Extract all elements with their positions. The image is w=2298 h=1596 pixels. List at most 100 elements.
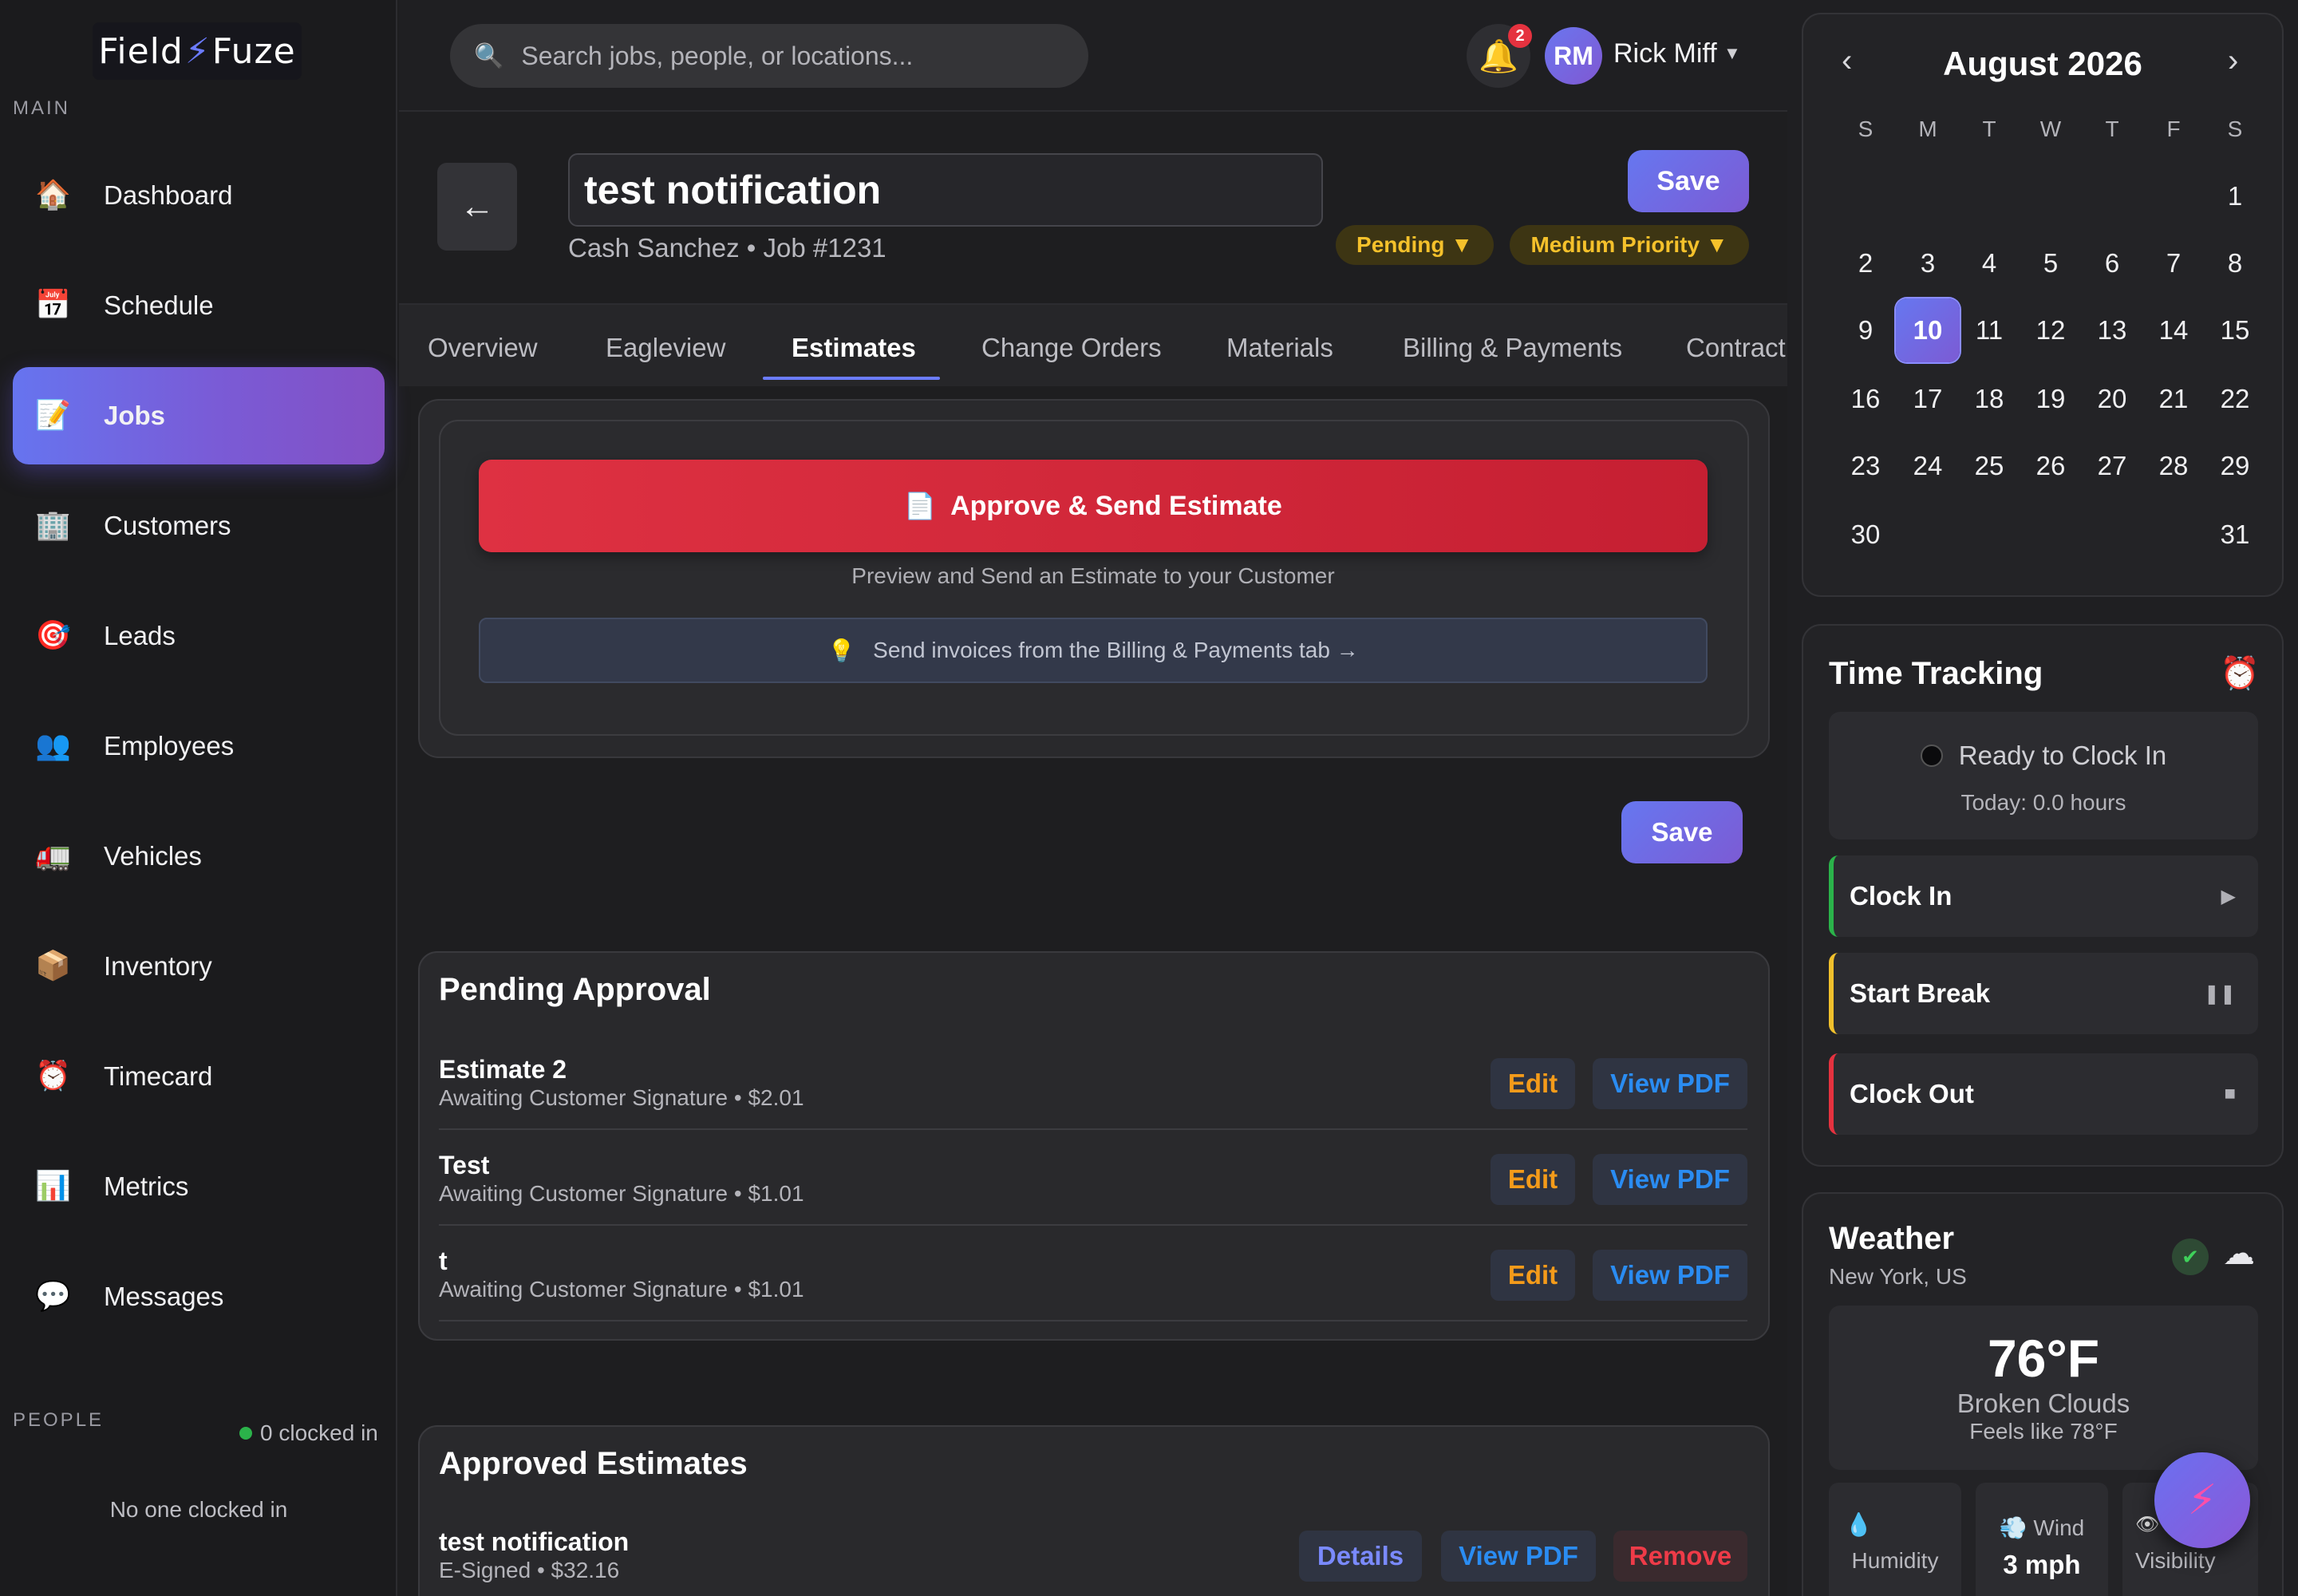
billing-tip-link[interactable]: 💡 Send invoices from the Billing & Payme… <box>479 618 1708 683</box>
calendar-day[interactable]: 7 <box>2142 231 2205 295</box>
calendar-weekday-label: S <box>2227 117 2243 141</box>
sidebar-item-label: Messages <box>104 1282 224 1311</box>
lightning-bolt-icon: ⚡ <box>2187 1477 2217 1523</box>
calendar-day[interactable]: 31 <box>2203 503 2267 567</box>
play-icon: ▶ <box>2221 885 2236 907</box>
search-bar[interactable]: 🔍 <box>450 24 1088 88</box>
sidebar-item-customers[interactable]: 🏢 Customers <box>13 477 385 575</box>
sidebar-item-metrics[interactable]: 📊 Metrics <box>13 1138 385 1235</box>
sidebar-item-dashboard[interactable]: 🏠 Dashboard <box>13 147 385 244</box>
sidebar-item-employees[interactable]: 👥 Employees <box>13 697 385 795</box>
wind-label: Wind <box>2033 1515 2085 1540</box>
notification-badge: 2 <box>1508 24 1532 48</box>
tab-contract[interactable]: Contract <box>1686 316 1787 380</box>
calendar-day[interactable]: 15 <box>2203 298 2267 362</box>
search-icon: 🔍 <box>474 42 504 69</box>
calendar-day[interactable]: 30 <box>1834 503 1897 567</box>
calendar-day[interactable]: 24 <box>1896 434 1960 498</box>
calendar-icon: 📅 <box>35 289 71 322</box>
calendar-day[interactable]: 19 <box>2019 367 2083 431</box>
calendar-day[interactable]: 20 <box>2080 367 2144 431</box>
status-dropdown[interactable]: Pending ▼ <box>1336 225 1494 265</box>
view-pdf-button[interactable]: View PDF <box>1593 1058 1747 1109</box>
calendar-day[interactable]: 16 <box>1834 367 1897 431</box>
view-pdf-button[interactable]: View PDF <box>1593 1250 1747 1301</box>
tab-materials[interactable]: Materials <box>1226 316 1333 380</box>
calendar-weekday-label: W <box>2039 117 2062 141</box>
save-button[interactable]: Save <box>1628 150 1749 212</box>
calendar-day[interactable]: 1 <box>2203 164 2267 228</box>
sidebar-item-vehicles[interactable]: 🚛 Vehicles <box>13 808 385 905</box>
calendar-day[interactable]: 25 <box>1957 434 2021 498</box>
sidebar-item-jobs[interactable]: 📝 Jobs <box>13 367 385 464</box>
quick-action-button[interactable]: ⚡ <box>2154 1452 2250 1548</box>
approve-send-estimate-button[interactable]: 📄 Approve & Send Estimate <box>479 460 1708 552</box>
cloud-icon: ☁ <box>2223 1236 2255 1271</box>
priority-dropdown[interactable]: Medium Priority ▼ <box>1510 225 1749 265</box>
tab-eagleview[interactable]: Eagleview <box>606 316 725 380</box>
fieldfuze-logo[interactable]: Field ⚡ Fuze <box>93 22 302 80</box>
start-break-button[interactable]: Start Break ❚❚ <box>1829 953 2258 1034</box>
calendar-day[interactable]: 3 <box>1896 231 1960 295</box>
tab-estimates[interactable]: Estimates <box>792 316 916 380</box>
sidebar-item-inventory[interactable]: 📦 Inventory <box>13 918 385 1015</box>
edit-estimate-button[interactable]: Edit <box>1491 1154 1575 1205</box>
avatar[interactable]: RM <box>1545 27 1602 85</box>
calendar-day[interactable]: 13 <box>2080 298 2144 362</box>
calendar-day[interactable]: 17 <box>1896 367 1960 431</box>
sidebar-item-leads[interactable]: 🎯 Leads <box>13 587 385 685</box>
tab-billing-payments[interactable]: Billing & Payments <box>1403 316 1622 380</box>
calendar-day[interactable]: 21 <box>2142 367 2205 431</box>
calendar-day[interactable]: 4 <box>1957 231 2021 295</box>
visibility-label: Visibility <box>2135 1548 2216 1573</box>
calendar-day[interactable]: 6 <box>2080 231 2144 295</box>
remove-button[interactable]: Remove <box>1613 1531 1747 1582</box>
calendar-day[interactable]: 23 <box>1834 434 1897 498</box>
eye-icon: 👁 <box>2135 1514 2160 1535</box>
humidity-stat: 💧 Humidity <box>1829 1483 1961 1596</box>
clock-in-button[interactable]: Clock In ▶ <box>1829 855 2258 937</box>
memo-icon: 📝 <box>35 399 71 432</box>
wind-stat: 💨 Wind 3 mph <box>1976 1483 2108 1596</box>
details-button[interactable]: Details <box>1299 1531 1422 1582</box>
calendar-weekday-label: T <box>2105 117 2119 141</box>
stop-icon: ■ <box>2224 1083 2237 1104</box>
calendar-day[interactable]: 18 <box>1957 367 2021 431</box>
tab-overview[interactable]: Overview <box>428 316 538 380</box>
tab-change-orders[interactable]: Change Orders <box>981 316 1162 380</box>
sidebar-item-messages[interactable]: 💬 Messages <box>13 1248 385 1345</box>
people-icon: 👥 <box>35 729 71 762</box>
water-drop-icon: 💧 <box>1845 1512 1873 1537</box>
approve-send-description: Preview and Send an Estimate to your Cus… <box>851 563 1335 588</box>
edit-estimate-button[interactable]: Edit <box>1491 1250 1575 1301</box>
online-status-dot <box>239 1427 252 1440</box>
estimate-status: E-Signed • $32.16 <box>439 1558 620 1582</box>
calendar-day[interactable]: 9 <box>1834 298 1897 362</box>
calendar-day[interactable]: 12 <box>2019 298 2083 362</box>
sidebar-item-schedule[interactable]: 📅 Schedule <box>13 257 385 354</box>
house-icon: 🏠 <box>35 179 71 211</box>
calendar-day[interactable]: 11 <box>1957 298 2021 362</box>
calendar-day[interactable]: 27 <box>2080 434 2144 498</box>
calendar-day[interactable]: 22 <box>2203 367 2267 431</box>
sidebar-item-timecard[interactable]: ⏰ Timecard <box>13 1028 385 1125</box>
calendar-day[interactable]: 8 <box>2203 231 2267 295</box>
calendar-day[interactable]: 5 <box>2019 231 2083 295</box>
job-title-input[interactable] <box>568 153 1323 227</box>
calendar-day[interactable]: 28 <box>2142 434 2205 498</box>
check-icon[interactable]: ✔ <box>2172 1238 2209 1275</box>
back-button[interactable]: ← <box>437 163 517 251</box>
view-pdf-button[interactable]: View PDF <box>1441 1531 1596 1582</box>
user-name[interactable]: Rick Miff <box>1613 38 1717 69</box>
calendar-day[interactable]: 14 <box>2142 298 2205 362</box>
calendar-day[interactable]: 2 <box>1834 231 1897 295</box>
calendar-day-today[interactable]: 10 <box>1896 298 1960 362</box>
calendar-day[interactable]: 29 <box>2203 434 2267 498</box>
search-input[interactable] <box>521 41 1064 71</box>
edit-estimate-button[interactable]: Edit <box>1491 1058 1575 1109</box>
save-estimates-button[interactable]: Save <box>1621 801 1743 863</box>
clock-out-button[interactable]: Clock Out ■ <box>1829 1053 2258 1135</box>
view-pdf-button[interactable]: View PDF <box>1593 1154 1747 1205</box>
chevron-down-icon[interactable]: ▼ <box>1724 43 1741 64</box>
calendar-day[interactable]: 26 <box>2019 434 2083 498</box>
